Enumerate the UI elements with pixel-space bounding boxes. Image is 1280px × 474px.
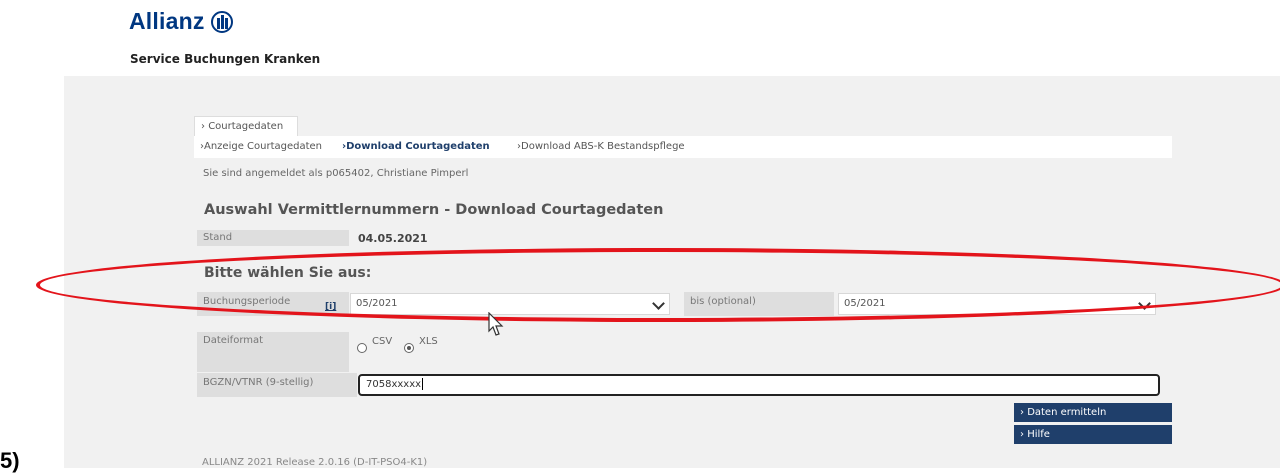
subnav-label: Download ABS-K Bestandspflege <box>521 141 685 152</box>
button-label: Hilfe <box>1027 429 1050 440</box>
allianz-eagle-icon <box>210 10 233 33</box>
footer-release: ALLIANZ 2021 Release 2.0.16 (D-IT-PSO4-K… <box>202 457 428 468</box>
radio-csv[interactable] <box>357 343 367 353</box>
subnav-abs-k[interactable]: › Download ABS-K Bestandspflege <box>517 136 685 158</box>
tab-label: Courtagedaten <box>208 121 284 132</box>
sub-navigation: › Anzeige Courtagedaten › Download Court… <box>194 136 1172 158</box>
subnav-label: Download Courtagedaten <box>346 141 490 152</box>
radio-xls-label: XLS <box>419 336 438 347</box>
app-title: Service Buchungen Kranken <box>130 52 321 66</box>
dateiformat-label: Dateiformat <box>197 332 349 372</box>
tab-courtagedaten[interactable]: › Courtagedaten <box>194 116 298 136</box>
subnav-download[interactable]: › Download Courtagedaten <box>342 136 490 158</box>
button-label: Daten ermitteln <box>1027 407 1107 418</box>
page-title: Auswahl Vermittlernummern - Download Cou… <box>204 202 664 218</box>
mouse-cursor-icon <box>488 312 504 336</box>
annotation-number: 5) <box>0 448 20 473</box>
hilfe-button[interactable]: › Hilfe <box>1014 425 1172 444</box>
highlight-ellipse <box>36 248 1280 322</box>
stand-value: 04.05.2021 <box>358 232 428 245</box>
subnav-anzeige[interactable]: › Anzeige Courtagedaten <box>200 136 322 158</box>
input-value: 7058xxxxx <box>366 379 422 390</box>
radio-xls[interactable] <box>404 343 414 353</box>
radio-csv-label: CSV <box>372 336 393 347</box>
allianz-logo: Allianz <box>129 8 233 35</box>
login-info: Sie sind angemeldet als p065402, Christi… <box>203 168 469 179</box>
text-caret <box>422 378 424 390</box>
daten-ermitteln-button[interactable]: › Daten ermitteln <box>1014 403 1172 422</box>
bgzn-label: BGZN/VTNR (9-stellig) <box>197 373 357 397</box>
subnav-label: Anzeige Courtagedaten <box>204 141 323 152</box>
bgzn-input[interactable]: 7058xxxxx <box>358 374 1160 396</box>
logo-text: Allianz <box>129 8 205 34</box>
stand-label: Stand <box>197 230 349 246</box>
